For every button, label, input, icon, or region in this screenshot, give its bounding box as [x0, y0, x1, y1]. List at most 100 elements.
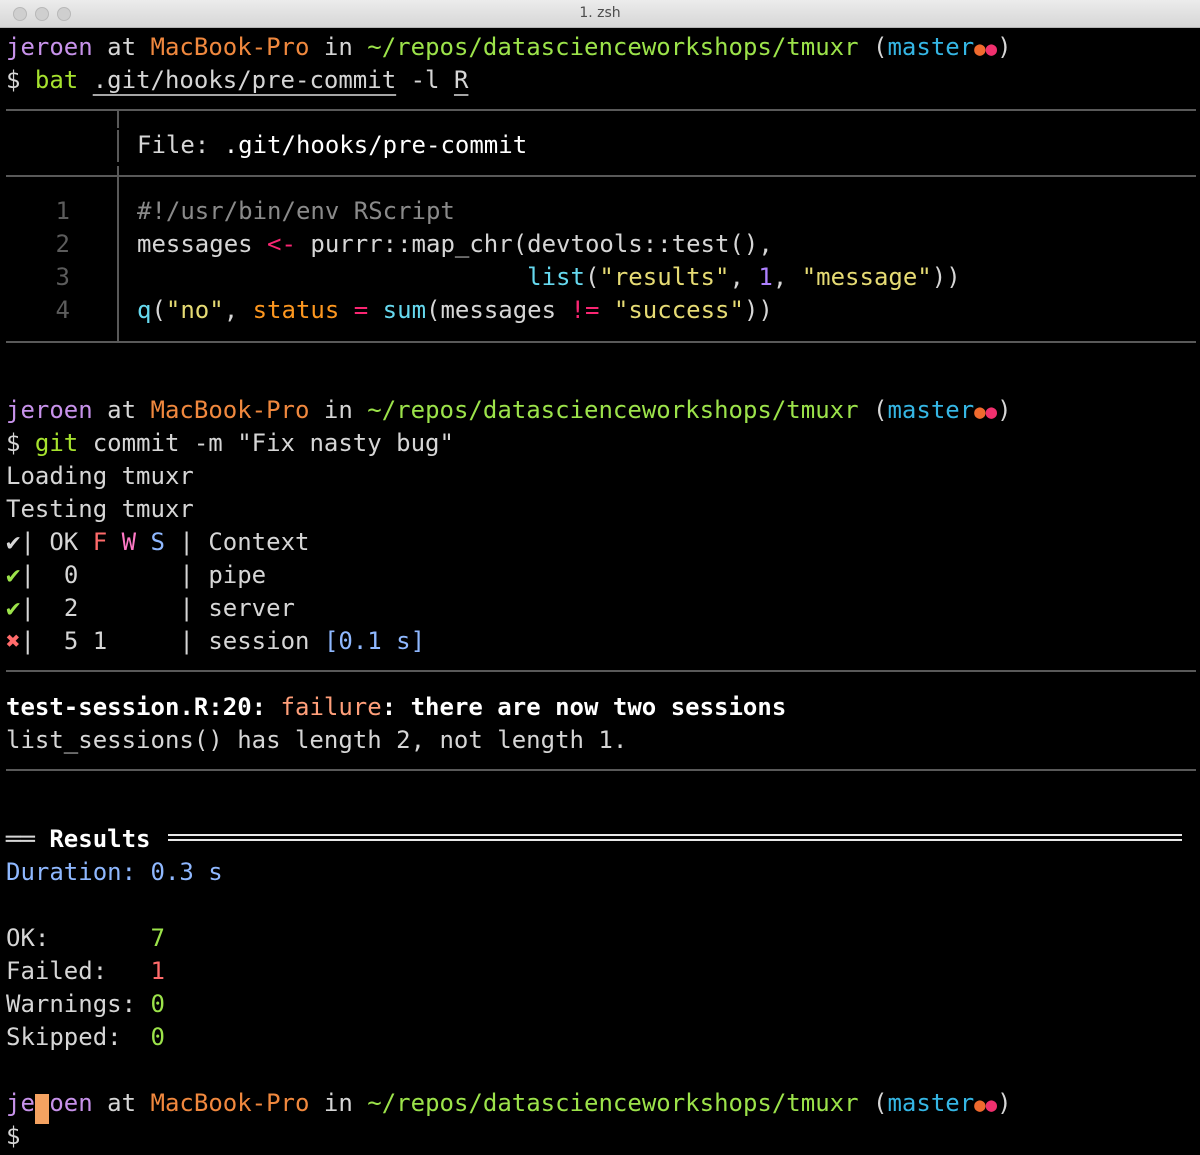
summary-label: Skipped:	[6, 1023, 137, 1051]
code-token: !=	[570, 296, 600, 324]
summary-value: 0	[150, 1023, 165, 1051]
test-duration: [0.1 s]	[323, 627, 426, 655]
failure-word: failure	[280, 693, 382, 721]
bat-top-rule	[6, 109, 1196, 111]
command-flag: -l	[410, 66, 440, 94]
prompt-symbol: $	[6, 429, 21, 457]
bat-bottom-rule	[6, 341, 1196, 343]
code-line: #!/usr/bin/env RScript	[137, 197, 455, 225]
code-token: "results"	[599, 263, 730, 291]
results-prefix: ══	[6, 825, 35, 853]
summary-label: Warnings:	[6, 990, 137, 1018]
command-name: bat	[34, 66, 79, 94]
prompt-path: ~/repos/datascienceworkshops/tmuxr	[367, 396, 859, 424]
prompt-in: in	[323, 1089, 353, 1117]
duration-label: Duration:	[6, 858, 137, 886]
bat-gutter-divider	[117, 111, 119, 128]
prompt-at: at	[107, 1089, 137, 1117]
prompt-user: jeroen	[6, 1089, 93, 1117]
code-token: status	[252, 296, 340, 324]
test-context: pipe	[208, 561, 267, 589]
git-unstaged-dot-icon: ●	[985, 38, 998, 60]
code-token: "no"	[165, 296, 224, 324]
code-token: (	[584, 263, 600, 291]
code-token: list	[527, 263, 585, 291]
prompt-at: at	[107, 33, 137, 61]
bat-gutter-divider	[117, 130, 119, 162]
test-header-fail: F	[92, 528, 108, 556]
command-line: $ git commit -m "Fix nasty bug"	[6, 427, 454, 460]
title-bar: 1. zsh	[0, 0, 1200, 28]
bat-gutter-divider	[117, 166, 119, 341]
summary-label: OK:	[6, 924, 137, 952]
code-token: =	[353, 296, 369, 324]
failure-top-rule	[6, 670, 1196, 672]
prompt-host: MacBook-Pro	[150, 396, 310, 424]
prompt-host: MacBook-Pro	[150, 33, 310, 61]
git-unstaged-dot-icon: ●	[985, 1094, 998, 1116]
code-token: purrr::map_chr(devtools::test(),	[295, 230, 773, 258]
summary-value: 0	[150, 990, 165, 1018]
line-number: 1	[55, 197, 70, 225]
prompt-line: jeroen at MacBook-Pro in ~/repos/datasci…	[6, 1087, 1012, 1120]
failure-detail: list_sessions() has length 2, not length…	[6, 726, 628, 754]
summary-value: 1	[150, 957, 165, 985]
file-header-name: .git/hooks/pre-commit	[223, 131, 528, 159]
prompt-symbol: $	[6, 66, 21, 94]
command-lang-arg: R	[453, 66, 469, 94]
prompt-paren-open: (	[873, 396, 888, 424]
prompt-paren-close: )	[997, 396, 1012, 424]
failure-bottom-rule	[6, 769, 1196, 771]
command-line: $ bat .git/hooks/pre-commit -l R	[6, 64, 468, 97]
code-token: q	[137, 296, 152, 324]
test-row: ✖| 5 1 | session [0.1 s]	[6, 627, 426, 655]
test-header-context: | Context	[164, 528, 310, 556]
prompt-host: MacBook-Pro	[150, 1089, 310, 1117]
code-token: (messages	[426, 296, 571, 324]
summary-row: Skipped: 0	[6, 1021, 165, 1054]
fail-cross-icon: ✖	[6, 627, 21, 655]
prompt-path: ~/repos/datascienceworkshops/tmuxr	[367, 1089, 859, 1117]
code-token: ,	[772, 263, 802, 291]
code-token: "message"	[801, 263, 932, 291]
summary-value: 7	[150, 924, 165, 952]
code-token: ,	[223, 296, 253, 324]
prompt-path: ~/repos/datascienceworkshops/tmuxr	[367, 33, 859, 61]
line-number: 4	[55, 296, 70, 324]
code-token: <-	[267, 230, 296, 258]
code-token: ))	[743, 296, 773, 324]
test-row: ✔| 2 | server	[6, 594, 296, 622]
failure-location: test-session.R:20:	[6, 693, 267, 721]
command-args: commit -m "Fix nasty bug"	[78, 429, 454, 457]
prompt-paren-open: (	[873, 33, 888, 61]
summary-label: Failed:	[6, 957, 137, 985]
code-line: q("no", status = sum(messages != "succes…	[137, 294, 773, 327]
git-staged-dot-icon: ●	[974, 38, 986, 60]
check-icon: ✔	[6, 528, 21, 556]
failure-heading: test-session.R:20: failure: there are no…	[6, 691, 786, 724]
failure-message: : there are now two sessions	[381, 693, 787, 721]
test-ok-count: 2	[63, 594, 79, 622]
prompt-branch: master	[887, 33, 975, 61]
prompt-paren-close: )	[997, 1089, 1012, 1117]
file-header-label: File:	[137, 131, 210, 159]
code-token: sum	[382, 296, 427, 324]
prompt-line: jeroen at MacBook-Pro in ~/repos/datasci…	[6, 31, 1012, 64]
prompt-in: in	[323, 33, 353, 61]
prompt-in: in	[323, 396, 353, 424]
command-file-arg[interactable]: .git/hooks/pre-commit	[93, 66, 396, 94]
test-ok-count: 5	[63, 627, 79, 655]
test-row: ✔| 0 | pipe	[6, 561, 267, 589]
code-token: messages	[137, 230, 268, 258]
line-number: 3	[55, 263, 70, 291]
code-token: ))	[931, 263, 961, 291]
terminal-output[interactable]: jeroen at MacBook-Pro in ~/repos/datasci…	[0, 28, 1200, 1155]
command-line[interactable]: $	[6, 1120, 20, 1153]
prompt-user: jeroen	[6, 396, 93, 424]
text-cursor	[35, 1094, 49, 1124]
code-token: "success"	[613, 296, 744, 324]
